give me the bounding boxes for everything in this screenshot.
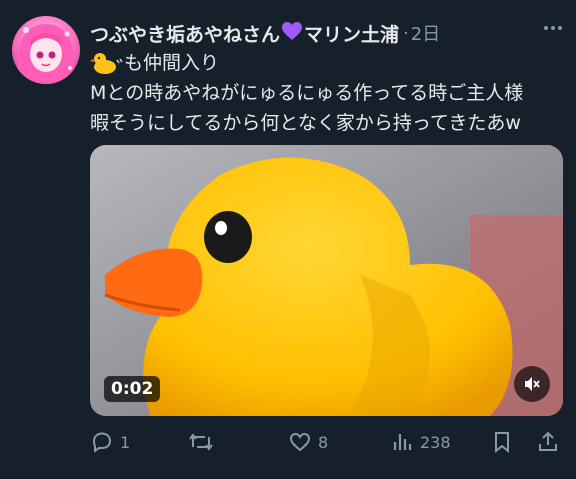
share-icon (536, 430, 560, 454)
like-count: 8 (318, 432, 329, 452)
separator-dot: · (403, 22, 409, 44)
views-count: 238 (420, 432, 451, 452)
reply-button[interactable]: 1 (90, 426, 130, 458)
reply-icon (90, 430, 114, 454)
display-name[interactable]: つぶやき垢あやねさん (90, 20, 280, 47)
more-icon[interactable] (542, 17, 564, 43)
retweet-button[interactable] (188, 426, 220, 458)
tweet-line-3: 暇そうにしてるから何となく家から持ってきたあw (90, 112, 521, 134)
like-button[interactable]: 8 (288, 426, 328, 458)
tweet-line-2: Mとの時あやねがにゅるにゅる作ってる時ご主人様 (90, 82, 524, 104)
retweet-icon (188, 430, 214, 454)
bookmark-button[interactable] (490, 426, 514, 458)
timestamp[interactable]: 2日 (411, 20, 440, 46)
bookmark-icon (490, 430, 514, 454)
avatar[interactable] (12, 16, 80, 84)
share-button[interactable] (536, 426, 560, 458)
name-suffix[interactable]: マリン土浦 (304, 20, 399, 47)
tweet-line-1-text: も仲間入り (124, 52, 220, 74)
mute-icon[interactable] (514, 366, 550, 402)
action-bar: 1 8 238 (90, 426, 563, 458)
views-icon (390, 430, 414, 454)
views-button[interactable]: 238 (390, 426, 451, 458)
like-icon (288, 430, 312, 454)
purple-heart-icon (281, 21, 303, 45)
video-player[interactable]: 0:02 (90, 145, 563, 416)
video-duration: 0:02 (104, 376, 161, 402)
video-thumbnail (90, 145, 563, 416)
tweet-header: つぶやき垢あやねさん マリン土浦 · 2日 (90, 19, 564, 47)
tweet-line-1: も仲間入り (90, 48, 570, 78)
reply-count: 1 (120, 432, 131, 452)
tweet-text: も仲間入り Mとの時あやねがにゅるにゅる作ってる時ご主人様 暇そうにしてるから何… (90, 48, 570, 138)
duck-emoji-icon (90, 51, 124, 75)
